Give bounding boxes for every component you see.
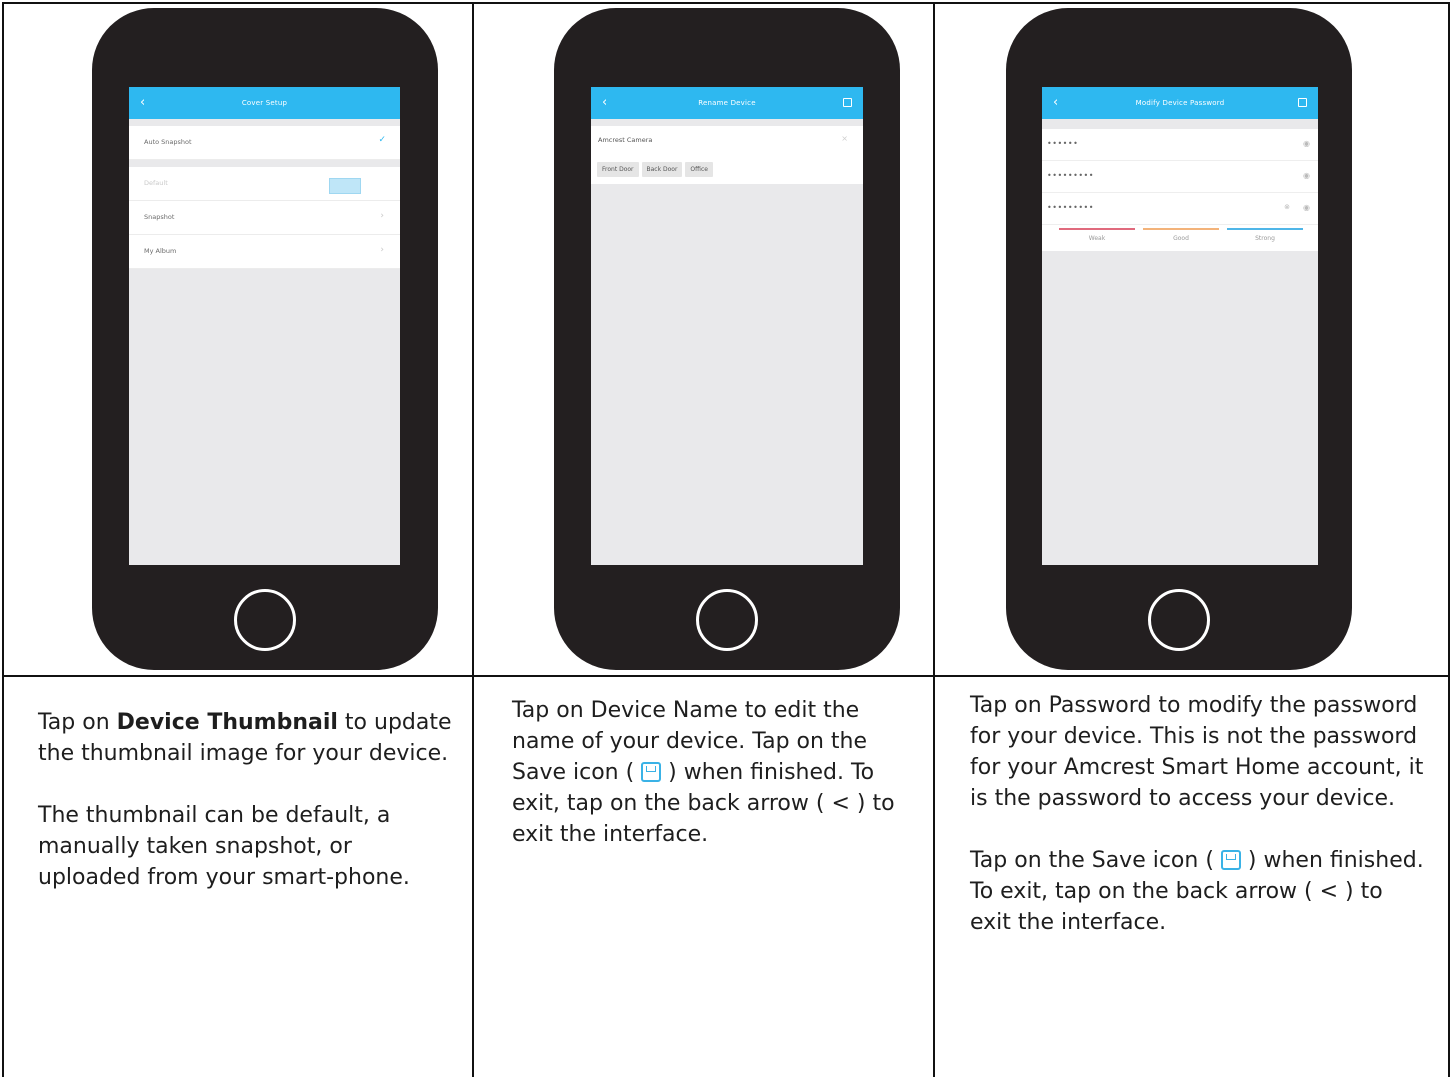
strength-bar-good: [1143, 228, 1219, 230]
home-button[interactable]: [234, 589, 296, 651]
table-border-right: [1448, 2, 1450, 1077]
phone-modify-password: ‹ Modify Device Password •••••• ◉ ••••••…: [1006, 8, 1352, 670]
home-button[interactable]: [1148, 589, 1210, 651]
password-dots: •••••••••: [1047, 171, 1094, 180]
list-item-snapshot[interactable]: Snapshot ›: [129, 201, 400, 235]
save-icon: [641, 762, 662, 782]
strength-bar-weak: [1059, 228, 1135, 230]
eye-icon[interactable]: ◉: [1303, 203, 1310, 212]
caption-paragraph: Tap on Device Thumbnail to update the th…: [38, 710, 452, 766]
strength-label: Weak: [1088, 235, 1106, 242]
list-item-label: My Album: [144, 247, 177, 255]
phone-cover-setup: ‹ Cover Setup Auto Snapshot ✓ Default Sn…: [92, 8, 438, 670]
list-item-label: Snapshot: [144, 213, 175, 221]
strength-label: Good: [1173, 235, 1189, 242]
name-suggestions: Front Door Back Door Office: [591, 152, 863, 184]
table-divider-2: [933, 2, 935, 1077]
phone-rename-device: ‹ Rename Device Amcrest Camera × Front D…: [554, 8, 900, 670]
caption-device-thumbnail: Tap on Device Thumbnail to update the th…: [38, 707, 458, 893]
old-password-field[interactable]: •••••• ◉: [1042, 129, 1318, 161]
screen-title: Cover Setup: [241, 99, 288, 107]
caption-paragraph: Tap on the Save icon ( ) when finished. …: [970, 848, 1424, 935]
password-dots: •••••••••: [1047, 203, 1094, 212]
home-button[interactable]: [696, 589, 758, 651]
clear-icon[interactable]: ×: [841, 134, 848, 143]
caption-paragraph: The thumbnail can be default, a manually…: [38, 803, 410, 890]
phone-screen: ‹ Modify Device Password •••••• ◉ ••••••…: [1042, 87, 1318, 565]
thumbnail-preview: [329, 178, 361, 194]
bold-term: Device Thumbnail: [116, 710, 338, 735]
table-divider-1: [472, 2, 474, 1077]
list-item-my-album[interactable]: My Album ›: [129, 235, 400, 269]
device-name-value: Amcrest Camera: [598, 136, 653, 144]
save-icon: [1220, 850, 1241, 870]
chevron-right-icon: ›: [380, 245, 384, 255]
password-dots: ••••••: [1047, 139, 1079, 148]
list-item-auto-snapshot[interactable]: Auto Snapshot ✓: [129, 126, 400, 160]
password-strength-meter: Weak Good Strong: [1042, 225, 1318, 251]
screen-title: Rename Device: [698, 99, 756, 107]
new-password-field[interactable]: ••••••••• ◉: [1042, 161, 1318, 193]
device-name-field[interactable]: Amcrest Camera ×: [591, 126, 863, 152]
save-icon[interactable]: [843, 98, 852, 107]
suggestion-tag[interactable]: Office: [685, 162, 713, 177]
strength-label: Strong: [1255, 235, 1275, 242]
suggestion-tag[interactable]: Back Door: [641, 162, 683, 177]
app-header: ‹ Modify Device Password: [1042, 87, 1318, 119]
strength-bar-strong: [1227, 228, 1303, 230]
confirm-password-field[interactable]: ••••••••• ⊗ ◉: [1042, 193, 1318, 225]
clear-icon[interactable]: ⊗: [1284, 203, 1290, 211]
checkmark-icon: ✓: [378, 135, 386, 145]
caption-device-name: Tap on Device Name to edit the name of y…: [512, 695, 917, 850]
eye-icon[interactable]: ◉: [1303, 139, 1310, 148]
table-border-left: [2, 2, 4, 1077]
eye-icon[interactable]: ◉: [1303, 171, 1310, 180]
table-border-top: [2, 2, 1450, 4]
app-header: ‹ Rename Device: [591, 87, 863, 119]
phone-screen: ‹ Cover Setup Auto Snapshot ✓ Default Sn…: [129, 87, 400, 565]
chevron-right-icon: ›: [380, 211, 384, 221]
screen-title: Modify Device Password: [1135, 99, 1225, 107]
list-item-label: Default: [144, 179, 168, 187]
phone-screen: ‹ Rename Device Amcrest Camera × Front D…: [591, 87, 863, 565]
caption-paragraph: Tap on Device Name to edit the name of y…: [512, 698, 895, 847]
table-row-divider: [2, 675, 1450, 677]
save-icon[interactable]: [1298, 98, 1307, 107]
list-item-default[interactable]: Default: [129, 167, 400, 201]
suggestion-tag[interactable]: Front Door: [597, 162, 639, 177]
caption-paragraph: Tap on Password to modify the password f…: [970, 693, 1424, 811]
list-item-label: Auto Snapshot: [144, 138, 192, 146]
caption-password: Tap on Password to modify the password f…: [970, 690, 1425, 938]
app-header: ‹ Cover Setup: [129, 87, 400, 119]
